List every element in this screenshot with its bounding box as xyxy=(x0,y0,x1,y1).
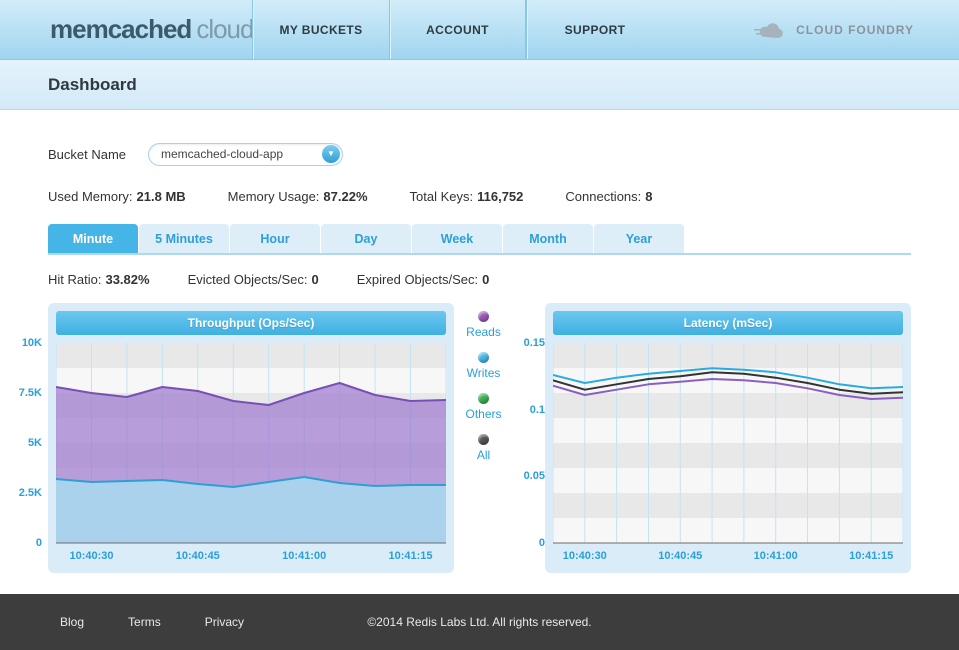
y-axis-label: 2.5K xyxy=(18,487,42,499)
throughput-plot[interactable]: 10:40:30 10:40:45 10:41:00 10:41:15 xyxy=(56,343,446,565)
x-axis-label: 10:41:00 xyxy=(282,550,326,562)
others-dot-icon xyxy=(477,393,489,404)
charts-row: 10K 7.5K 5K 2.5K 0 Throughput (Ops/Sec) 10:4… xyxy=(19,303,911,573)
main-content: Bucket Name memcached-cloud-app ▼ Used M… xyxy=(0,110,959,594)
legend-label: Writes xyxy=(466,366,501,380)
throughput-chart-title: Throughput (Ops/Sec) xyxy=(56,311,446,335)
bucket-row: Bucket Name memcached-cloud-app ▼ xyxy=(48,142,911,166)
y-axis-label: 0.1 xyxy=(529,403,545,416)
y-axis-label: 0 xyxy=(538,536,545,549)
stat-value: 87.22% xyxy=(323,189,368,204)
cloud-icon xyxy=(754,22,783,38)
legend-label: Reads xyxy=(466,325,501,339)
x-axis-label: 10:41:00 xyxy=(754,550,798,562)
y-axis-label: 0.15 xyxy=(523,337,545,349)
tab-week[interactable]: Week xyxy=(412,224,502,253)
y-axis-label: 10K xyxy=(21,337,42,349)
tab-year[interactable]: Year xyxy=(594,224,684,253)
stat-value: 0 xyxy=(482,272,490,287)
stat-memory-usage: Memory Usage: 87.22% xyxy=(228,189,368,205)
time-range-tabs: Minute 5 Minutes Hour Day Week Month Yea… xyxy=(48,224,911,255)
chevron-down-icon: ▼ xyxy=(322,145,340,163)
writes-dot-icon xyxy=(478,352,489,363)
stat-evicted-objects: Evicted Objects/Sec: 0 xyxy=(188,272,319,288)
stat-label: Hit Ratio: xyxy=(48,272,102,287)
throughput-ylabels: 10K 7.5K 5K 2.5K 0 xyxy=(10,336,42,550)
app: memcached cloud MY BUCKETS ACCOUNT SUPPO… xyxy=(0,0,959,650)
logo-secondary: cloud xyxy=(196,14,254,44)
y-axis-label: 7.5K xyxy=(18,387,42,399)
tab-minute[interactable]: Minute xyxy=(48,224,138,253)
legend-item-reads[interactable]: Reads xyxy=(466,311,501,339)
y-axis-label: 0 xyxy=(35,537,42,549)
tab-day[interactable]: Day xyxy=(321,224,411,253)
page-title: Dashboard xyxy=(48,74,137,94)
stat-label: Total Keys: xyxy=(409,189,474,204)
stat-total-keys: Total Keys: 116,752 xyxy=(410,189,524,205)
stats-row: Used Memory: 21.8 MB Memory Usage: 87.22% … xyxy=(48,189,911,205)
reads-dot-icon xyxy=(478,311,489,322)
page-header: Dashboard xyxy=(0,60,959,110)
footer-link-blog[interactable]: Blog xyxy=(60,615,84,629)
cloud-foundry-logo: CLOUD FOUNDRY xyxy=(754,0,959,59)
footer-link-terms[interactable]: Terms xyxy=(128,615,161,629)
legend-label: All xyxy=(476,448,491,462)
nav-item-my-buckets[interactable]: MY BUCKETS xyxy=(252,0,389,59)
stat-expired-objects: Expired Objects/Sec: 0 xyxy=(357,272,490,288)
legend-label: Others xyxy=(465,407,502,421)
latency-chart: 0.15 0.1 0.05 0 Latency (mSec) 10:40:30 10:4… xyxy=(513,303,911,573)
stat-label: Memory Usage: xyxy=(227,189,320,204)
throughput-panel: Throughput (Ops/Sec) 10:40:30 10:40:45 10:… xyxy=(48,303,454,573)
legend-item-others[interactable]: Others xyxy=(465,393,502,421)
latency-plot[interactable]: 10:40:30 10:40:45 10:41:00 10:41:15 xyxy=(553,343,903,565)
stat-value: 8 xyxy=(645,189,653,204)
footer-link-privacy[interactable]: Privacy xyxy=(205,615,244,629)
nav-item-account[interactable]: ACCOUNT xyxy=(389,0,526,59)
y-axis-label: 5K xyxy=(27,437,42,449)
stat-value: 0 xyxy=(311,272,319,287)
chart-legend: Reads Writes Others All xyxy=(456,303,512,573)
all-dot-icon xyxy=(478,434,489,445)
tab-5-minutes[interactable]: 5 Minutes xyxy=(139,224,229,253)
x-axis-label: 10:41:15 xyxy=(388,550,432,562)
top-nav: memcached cloud MY BUCKETS ACCOUNT SUPPO… xyxy=(0,0,959,60)
tab-month[interactable]: Month xyxy=(503,224,593,253)
stat-label: Connections: xyxy=(565,189,642,204)
logo-primary: memcached xyxy=(50,14,192,44)
cloud-foundry-label: CLOUD FOUNDRY xyxy=(796,22,914,37)
stat-value: 116,752 xyxy=(477,189,524,204)
stat-used-memory: Used Memory: 21.8 MB xyxy=(48,189,186,205)
x-axis-label: 10:40:45 xyxy=(658,550,702,562)
throughput-chart: 10K 7.5K 5K 2.5K 0 Throughput (Ops/Sec) 10:4… xyxy=(10,303,454,573)
x-axis-label: 10:41:15 xyxy=(849,550,893,562)
legend-item-writes[interactable]: Writes xyxy=(466,352,501,380)
substats-row: Hit Ratio: 33.82% Evicted Objects/Sec: 0 E… xyxy=(48,272,911,288)
stat-label: Evicted Objects/Sec: xyxy=(187,272,308,287)
stat-hit-ratio: Hit Ratio: 33.82% xyxy=(48,272,150,288)
bucket-name-select[interactable]: memcached-cloud-app ▼ xyxy=(148,142,343,166)
bucket-select-value: memcached-cloud-app xyxy=(161,147,284,161)
latency-ylabels: 0.15 0.1 0.05 0 xyxy=(513,336,545,550)
stat-connections: Connections: 8 xyxy=(565,189,652,205)
stat-value: 21.8 MB xyxy=(136,189,186,204)
bucket-name-label: Bucket Name xyxy=(48,146,127,162)
stat-label: Used Memory: xyxy=(48,189,133,204)
footer: ©2014 Redis Labs Ltd. All rights reserve… xyxy=(0,594,959,650)
logo[interactable]: memcached cloud xyxy=(0,0,254,59)
latency-panel: Latency (mSec) 10:40:30 10:40:45 10:41:00 1… xyxy=(545,303,911,573)
nav-item-support[interactable]: SUPPORT xyxy=(526,0,663,59)
legend-item-all[interactable]: All xyxy=(477,434,490,462)
x-axis-label: 10:40:30 xyxy=(69,550,113,562)
stat-label: Expired Objects/Sec: xyxy=(356,272,479,287)
latency-chart-title: Latency (mSec) xyxy=(553,311,903,335)
x-axis-label: 10:40:30 xyxy=(563,550,607,562)
tab-hour[interactable]: Hour xyxy=(230,224,320,253)
y-axis-label: 0.05 xyxy=(523,470,545,483)
x-axis-label: 10:40:45 xyxy=(176,550,220,562)
stat-value: 33.82% xyxy=(105,272,150,287)
